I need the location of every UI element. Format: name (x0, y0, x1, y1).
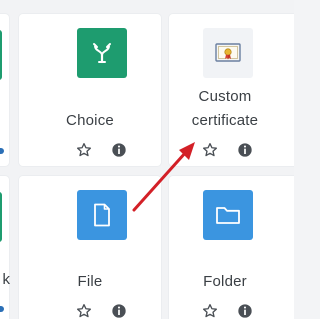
star-button-file[interactable] (74, 301, 94, 319)
partial-card-top-left[interactable] (0, 14, 9, 166)
partial-activity-icon-bottom (0, 192, 2, 242)
info-button-choice[interactable] (109, 140, 129, 160)
star-button-folder[interactable] (200, 301, 220, 319)
activity-card-file[interactable]: File (19, 176, 161, 319)
info-icon (112, 304, 126, 318)
star-outline-icon (77, 143, 91, 157)
file-icon-tile[interactable] (77, 190, 127, 240)
activity-label-custom-certificate-line1[interactable]: Custom (139, 85, 294, 109)
info-button-folder[interactable] (235, 301, 255, 319)
star-button-choice[interactable] (74, 140, 94, 160)
activity-label-custom-certificate-line2[interactable]: certificate (139, 109, 294, 133)
info-button-custom-certificate[interactable] (235, 140, 255, 160)
certificate-icon (215, 43, 241, 62)
info-button-file[interactable] (109, 301, 129, 319)
partial-activity-icon (0, 30, 2, 80)
activity-label-folder[interactable]: Folder (139, 270, 294, 294)
star-outline-icon (77, 304, 91, 318)
document-icon (94, 203, 110, 227)
info-icon (238, 304, 252, 318)
folder-icon (216, 207, 240, 224)
activity-card-custom-certificate[interactable]: Custom certificate (169, 14, 294, 166)
choice-icon-tile[interactable] (77, 28, 127, 78)
star-outline-icon (203, 304, 217, 318)
activity-card-folder[interactable]: Folder (169, 176, 294, 319)
star-outline-icon (203, 143, 217, 157)
partial-card-label: k (2, 271, 11, 288)
folder-icon-tile[interactable] (203, 190, 253, 240)
info-icon (238, 143, 252, 157)
activity-chooser: k Choice Custom certificate File Folder (0, 0, 294, 319)
certificate-icon-tile[interactable] (203, 28, 253, 78)
info-icon (112, 143, 126, 157)
partial-card-bottom-left[interactable]: k (0, 176, 11, 319)
star-button-custom-certificate[interactable] (200, 140, 220, 160)
choice-fork-icon (93, 43, 111, 64)
